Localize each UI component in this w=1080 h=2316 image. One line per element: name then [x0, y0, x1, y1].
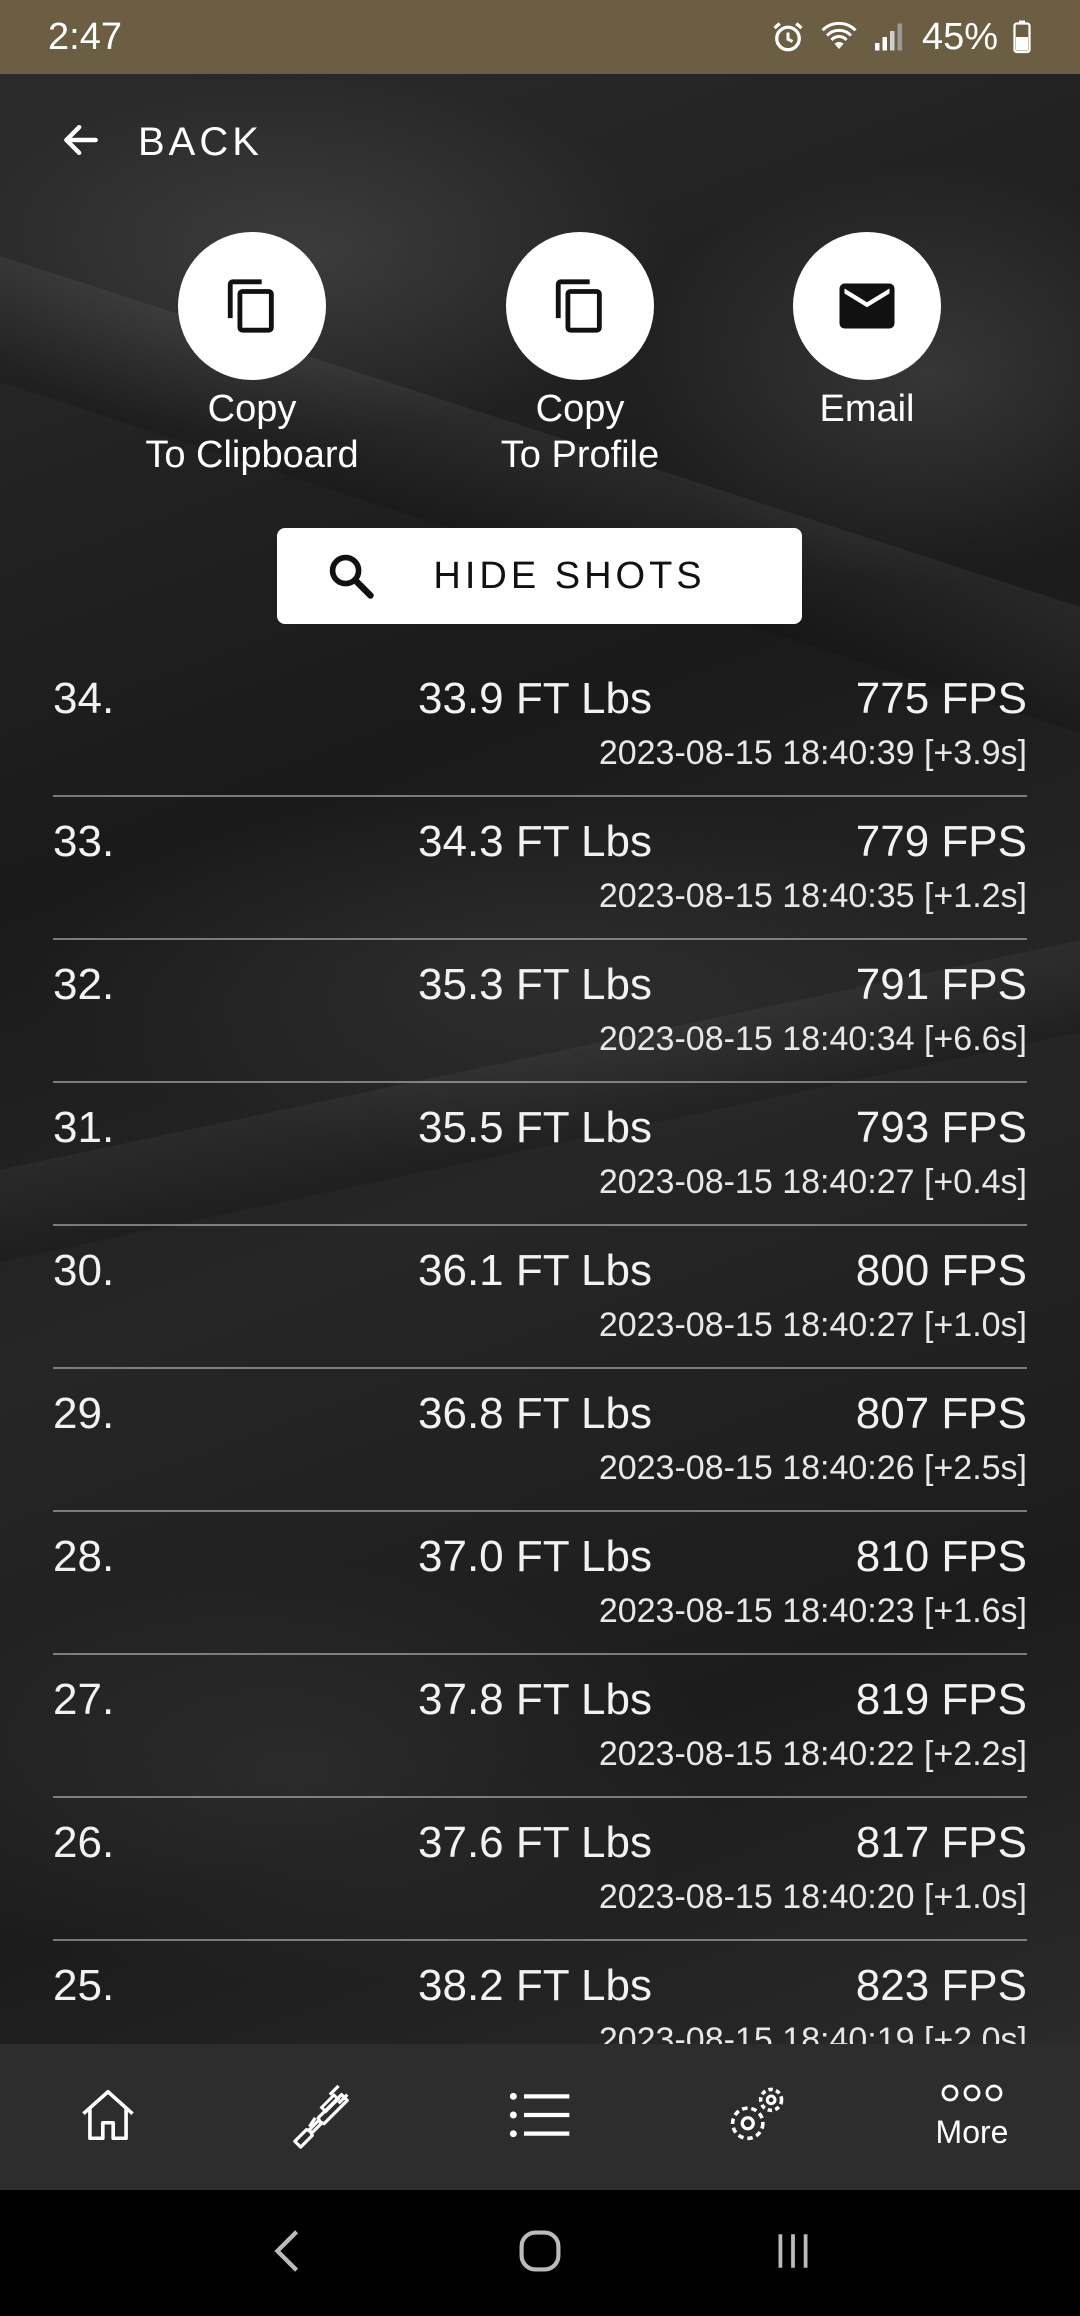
shot-timestamp: 2023-08-15 18:40:27 [+1.0s] — [598, 1306, 1027, 1344]
shot-number: 28. — [53, 1532, 115, 1581]
shot-number: 30. — [53, 1246, 115, 1295]
shot-number: 32. — [53, 960, 115, 1009]
back-label: BACK — [138, 119, 263, 164]
shot-row[interactable]: 25. 38.2 FT Lbs 823 FPS 2023-08-15 18:40… — [53, 1941, 1027, 2044]
arrow-left-icon — [58, 118, 104, 167]
shot-energy: 33.9 FT Lbs — [418, 674, 652, 723]
shot-row[interactable]: 26. 37.6 FT Lbs 817 FPS 2023-08-15 18:40… — [53, 1798, 1027, 1941]
shot-energy: 36.8 FT Lbs — [418, 1389, 652, 1438]
shot-timestamp: 2023-08-15 18:40:35 [+1.2s] — [598, 877, 1027, 915]
copy-icon — [178, 232, 326, 380]
shot-energy: 36.1 FT Lbs — [418, 1246, 652, 1295]
system-home-button[interactable] — [480, 2208, 600, 2298]
shot-row[interactable]: 30. 36.1 FT Lbs 800 FPS 2023-08-15 18:40… — [53, 1226, 1027, 1369]
nav-more[interactable]: More — [864, 2044, 1080, 2190]
copy-icon — [506, 232, 654, 380]
email-icon — [793, 232, 941, 380]
shot-velocity: 775 FPS — [855, 674, 1027, 723]
battery-percent: 45% — [921, 15, 998, 58]
action-label-line1: Email — [819, 388, 915, 430]
alarm-icon — [770, 19, 806, 55]
app-content: BACK Copy To Clipboard Copy To Profile E… — [0, 74, 1080, 2044]
home-icon — [75, 2084, 141, 2151]
shot-number: 34. — [53, 674, 115, 723]
status-time: 2:47 — [48, 15, 122, 58]
shot-timestamp: 2023-08-15 18:40:26 [+2.5s] — [598, 1449, 1027, 1487]
action-label-line2: To Clipboard — [145, 434, 359, 476]
more-icon — [940, 2083, 1004, 2108]
wifi-icon — [820, 19, 858, 55]
shot-number: 31. — [53, 1103, 115, 1152]
shot-energy: 34.3 FT Lbs — [418, 817, 652, 866]
shot-row[interactable]: 31. 35.5 FT Lbs 793 FPS 2023-08-15 18:40… — [53, 1083, 1027, 1226]
bottom-nav: More — [0, 2044, 1080, 2190]
more-label: More — [935, 2114, 1009, 2150]
shot-energy: 37.6 FT Lbs — [418, 1818, 652, 1867]
back-button[interactable]: BACK — [58, 112, 263, 172]
shot-timestamp: 2023-08-15 18:40:39 [+3.9s] — [598, 734, 1027, 772]
shot-timestamp: 2023-08-15 18:40:20 [+1.0s] — [598, 1878, 1027, 1916]
nav-rifle[interactable] — [216, 2044, 432, 2190]
recents-icon — [771, 2230, 815, 2277]
system-back-button[interactable] — [227, 2208, 347, 2298]
signal-icon — [872, 19, 908, 55]
shot-number: 33. — [53, 817, 115, 866]
shot-number: 29. — [53, 1389, 115, 1438]
shot-energy: 35.5 FT Lbs — [418, 1103, 652, 1152]
shot-number: 27. — [53, 1675, 115, 1724]
shot-energy: 37.8 FT Lbs — [418, 1675, 652, 1724]
shot-velocity: 793 FPS — [855, 1103, 1027, 1152]
back-icon — [272, 2227, 302, 2280]
shot-velocity: 823 FPS — [855, 1961, 1027, 2010]
shot-row[interactable]: 29. 36.8 FT Lbs 807 FPS 2023-08-15 18:40… — [53, 1369, 1027, 1512]
copy-to-clipboard-button[interactable]: Copy To Clipboard — [122, 232, 382, 478]
battery-icon — [1012, 19, 1032, 55]
shot-number: 26. — [53, 1818, 115, 1867]
nav-list[interactable] — [432, 2044, 648, 2190]
shot-timestamp: 2023-08-15 18:40:27 [+0.4s] — [598, 1163, 1027, 1201]
status-icons: 45% — [770, 16, 1032, 59]
shot-velocity: 807 FPS — [855, 1389, 1027, 1438]
rifle-icon — [289, 2080, 359, 2155]
shot-row[interactable]: 28. 37.0 FT Lbs 810 FPS 2023-08-15 18:40… — [53, 1512, 1027, 1655]
list-icon — [508, 2088, 572, 2147]
shot-number: 25. — [53, 1961, 115, 2010]
settings-icon — [723, 2082, 789, 2153]
nav-settings[interactable] — [648, 2044, 864, 2190]
shot-timestamp: 2023-08-15 18:40:19 [+2.0s] — [598, 2021, 1027, 2044]
shot-velocity: 779 FPS — [855, 817, 1027, 866]
action-label-line2: To Profile — [500, 434, 660, 476]
status-bar: 2:47 45% — [0, 0, 1080, 74]
copy-to-profile-button[interactable]: Copy To Profile — [450, 232, 710, 478]
shot-timestamp: 2023-08-15 18:40:34 [+6.6s] — [598, 1020, 1027, 1058]
shot-velocity: 810 FPS — [855, 1532, 1027, 1581]
shot-energy: 37.0 FT Lbs — [418, 1532, 652, 1581]
search-icon — [325, 550, 377, 607]
shot-timestamp: 2023-08-15 18:40:22 [+2.2s] — [598, 1735, 1027, 1773]
shot-row[interactable]: 34. 33.9 FT Lbs 775 FPS 2023-08-15 18:40… — [53, 654, 1027, 797]
action-label-line1: Copy — [535, 388, 625, 430]
shot-row[interactable]: 27. 37.8 FT Lbs 819 FPS 2023-08-15 18:40… — [53, 1655, 1027, 1798]
shot-energy: 38.2 FT Lbs — [418, 1961, 652, 2010]
home-icon — [517, 2228, 563, 2279]
shot-velocity: 800 FPS — [855, 1246, 1027, 1295]
shot-list[interactable]: 34. 33.9 FT Lbs 775 FPS 2023-08-15 18:40… — [0, 654, 1080, 2044]
shot-velocity: 819 FPS — [855, 1675, 1027, 1724]
system-nav — [0, 2190, 1080, 2316]
shot-energy: 35.3 FT Lbs — [418, 960, 652, 1009]
nav-home[interactable] — [0, 2044, 216, 2190]
hide-shots-button[interactable]: HIDE SHOTS — [277, 528, 802, 624]
shot-row[interactable]: 32. 35.3 FT Lbs 791 FPS 2023-08-15 18:40… — [53, 940, 1027, 1083]
system-recents-button[interactable] — [733, 2208, 853, 2298]
shot-velocity: 791 FPS — [855, 960, 1027, 1009]
email-button[interactable]: Email — [737, 232, 997, 432]
shot-velocity: 817 FPS — [855, 1818, 1027, 1867]
action-label-line1: Copy — [207, 388, 297, 430]
shot-row[interactable]: 33. 34.3 FT Lbs 779 FPS 2023-08-15 18:40… — [53, 797, 1027, 940]
shot-timestamp: 2023-08-15 18:40:23 [+1.6s] — [598, 1592, 1027, 1630]
